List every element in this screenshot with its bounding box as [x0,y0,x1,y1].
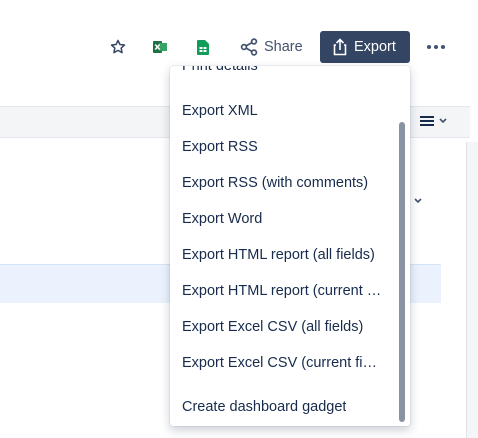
menu-item-export-rss[interactable]: Export RSS [170,129,396,165]
menu-item-export-word[interactable]: Export Word [170,201,396,237]
menu-item-export-xml[interactable]: Export XML [170,93,396,129]
page-scrollbar[interactable] [466,142,478,438]
share-button[interactable]: Share [236,31,308,63]
menu-item-export-csv-current[interactable]: Export Excel CSV (current fields) [170,345,396,381]
export-dropdown-menu: Print details Export XML Export RSS Expo… [170,66,410,426]
share-label: Share [264,39,303,55]
menu-item-print-details[interactable]: Print details [170,66,396,80]
menu-item-export-html-all[interactable]: Export HTML report (all fields) [170,237,396,273]
header-toolbar: Share Export [0,30,478,64]
chevron-down-icon [414,197,422,203]
star-icon[interactable] [106,35,130,59]
export-button[interactable]: Export [320,31,410,63]
menu-item-export-csv-all[interactable]: Export Excel CSV (all fields) [170,309,396,345]
list-view-icon [420,116,434,126]
menu-item-export-rss-comments[interactable]: Export RSS (with comments) [170,165,396,201]
google-sheets-icon[interactable] [191,35,215,59]
menu-scrollbar-thumb[interactable] [399,122,405,422]
issue-navigator-page: Share Export ns Print details [0,0,478,438]
export-icon [333,38,347,56]
share-icon [240,38,258,56]
export-label: Export [354,39,396,55]
export-menu-list: Print details Export XML Export RSS Expo… [170,66,396,426]
excel-file-icon[interactable] [148,35,172,59]
chevron-down-icon [439,118,447,124]
menu-item-create-dashboard-gadget[interactable]: Create dashboard gadget [170,389,396,425]
more-actions-button[interactable] [422,31,450,63]
menu-item-export-html-current[interactable]: Export HTML report (current fields) [170,273,396,309]
list-view-toggle[interactable] [419,112,453,130]
